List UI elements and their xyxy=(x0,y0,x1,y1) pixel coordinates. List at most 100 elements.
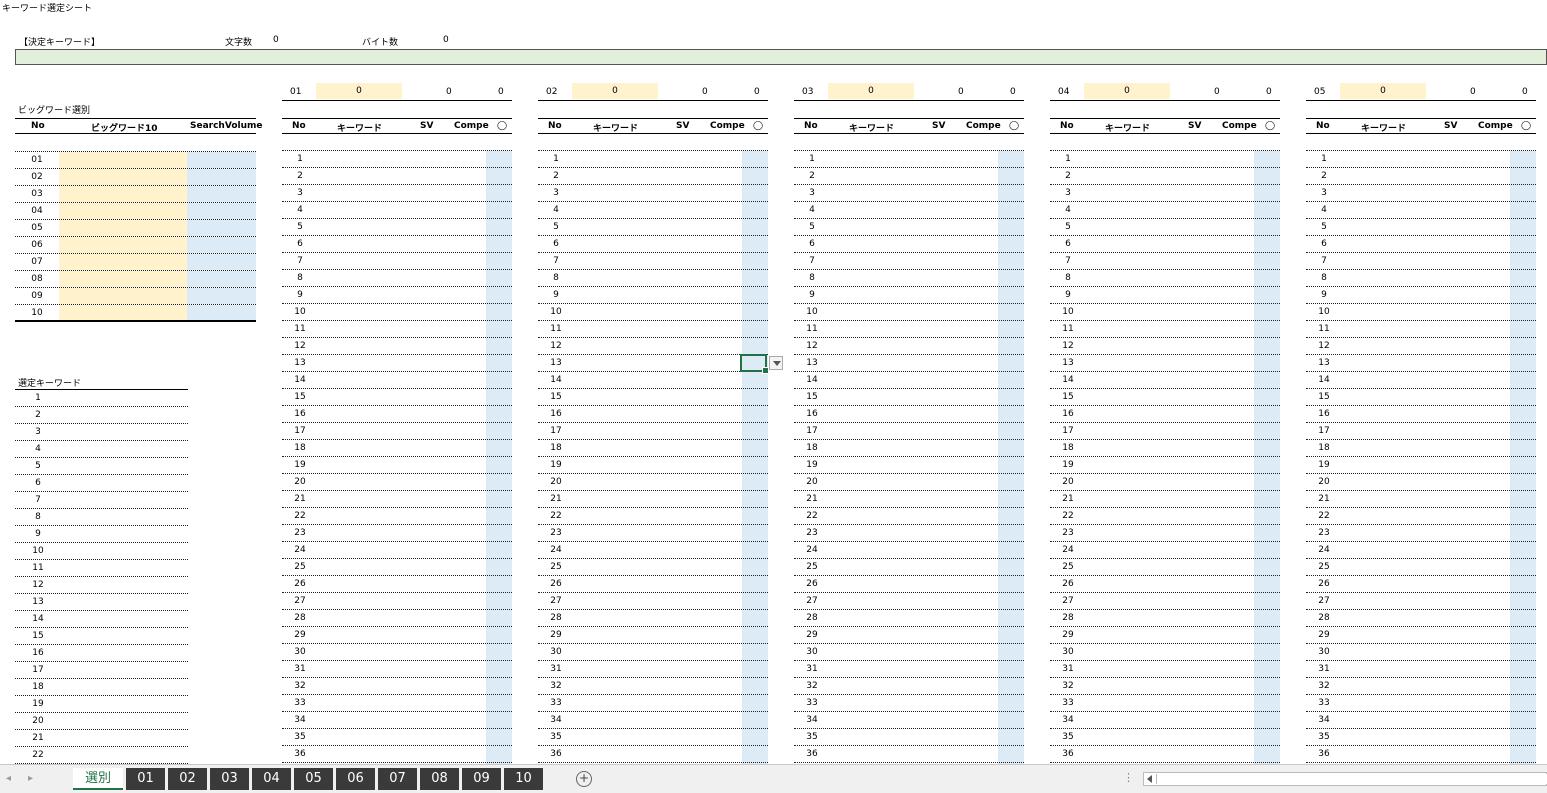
selected-keyword-row[interactable]: 22 xyxy=(15,747,188,764)
selected-keyword-row[interactable]: 7 xyxy=(15,492,188,509)
keyword-row[interactable]: 3 xyxy=(1306,185,1536,202)
selected-keyword-row[interactable]: 11 xyxy=(15,560,188,577)
keyword-row[interactable]: 13 xyxy=(1050,355,1280,372)
keyword-row[interactable]: 4 xyxy=(538,202,768,219)
keyword-row[interactable]: 35 xyxy=(1050,729,1280,746)
keyword-row[interactable]: 7 xyxy=(794,253,1024,270)
keyword-row[interactable]: 27 xyxy=(794,593,1024,610)
keyword-row[interactable]: 2 xyxy=(1050,168,1280,185)
keyword-row[interactable]: 28 xyxy=(538,610,768,627)
search-volume-cell[interactable] xyxy=(187,288,256,304)
keyword-row[interactable]: 28 xyxy=(1306,610,1536,627)
bigword-input-cell[interactable] xyxy=(59,237,187,253)
keyword-row[interactable]: 31 xyxy=(794,661,1024,678)
keyword-row[interactable]: 19 xyxy=(282,457,512,474)
decision-keyword-cell[interactable] xyxy=(15,49,1547,65)
keyword-row[interactable]: 20 xyxy=(282,474,512,491)
keyword-row[interactable]: 33 xyxy=(282,695,512,712)
keyword-row[interactable]: 5 xyxy=(1050,219,1280,236)
keyword-row[interactable]: 17 xyxy=(538,423,768,440)
keyword-row[interactable]: 36 xyxy=(1050,746,1280,763)
keyword-row[interactable]: 33 xyxy=(794,695,1024,712)
keyword-row[interactable]: 2 xyxy=(538,168,768,185)
keyword-row[interactable]: 2 xyxy=(282,168,512,185)
keyword-row[interactable]: 23 xyxy=(1050,525,1280,542)
keyword-row[interactable]: 9 xyxy=(1306,287,1536,304)
keyword-row[interactable]: 29 xyxy=(1306,627,1536,644)
keyword-row[interactable]: 26 xyxy=(1050,576,1280,593)
keyword-row[interactable]: 24 xyxy=(538,542,768,559)
keyword-row[interactable]: 24 xyxy=(1306,542,1536,559)
keyword-row[interactable]: 21 xyxy=(794,491,1024,508)
keyword-row[interactable]: 31 xyxy=(282,661,512,678)
keyword-row[interactable]: 34 xyxy=(282,712,512,729)
keyword-row[interactable]: 25 xyxy=(1050,559,1280,576)
keyword-row[interactable]: 11 xyxy=(794,321,1024,338)
keyword-row[interactable]: 6 xyxy=(794,236,1024,253)
keyword-row[interactable]: 3 xyxy=(282,185,512,202)
keyword-row[interactable]: 22 xyxy=(1050,508,1280,525)
keyword-row[interactable]: 32 xyxy=(282,678,512,695)
keyword-row[interactable]: 14 xyxy=(794,372,1024,389)
keyword-row[interactable]: 36 xyxy=(282,746,512,763)
keyword-row[interactable]: 25 xyxy=(1306,559,1536,576)
keyword-row[interactable]: 11 xyxy=(282,321,512,338)
keyword-row[interactable]: 5 xyxy=(1306,219,1536,236)
keyword-table-count[interactable]: 0 xyxy=(828,83,914,99)
selected-keyword-row[interactable]: 21 xyxy=(15,730,188,747)
keyword-row[interactable]: 21 xyxy=(1306,491,1536,508)
keyword-row[interactable]: 26 xyxy=(282,576,512,593)
sheet-tab-05[interactable]: 05 xyxy=(294,768,333,790)
sheet-tab-06[interactable]: 06 xyxy=(336,768,375,790)
selected-keyword-row[interactable]: 5 xyxy=(15,458,188,475)
bigword-input-cell[interactable] xyxy=(59,169,187,185)
keyword-row[interactable]: 32 xyxy=(794,678,1024,695)
keyword-row[interactable]: 18 xyxy=(282,440,512,457)
search-volume-cell[interactable] xyxy=(187,186,256,202)
add-sheet-icon[interactable]: + xyxy=(576,771,592,787)
bigword-input-cell[interactable] xyxy=(59,152,187,168)
active-cell-selection[interactable] xyxy=(740,354,769,374)
search-volume-cell[interactable] xyxy=(187,220,256,236)
keyword-row[interactable]: 34 xyxy=(538,712,768,729)
keyword-row[interactable]: 17 xyxy=(794,423,1024,440)
keyword-row[interactable]: 18 xyxy=(538,440,768,457)
keyword-row[interactable]: 3 xyxy=(794,185,1024,202)
keyword-row[interactable]: 35 xyxy=(1306,729,1536,746)
keyword-row[interactable]: 18 xyxy=(794,440,1024,457)
keyword-row[interactable]: 21 xyxy=(538,491,768,508)
selected-keyword-row[interactable]: 19 xyxy=(15,696,188,713)
keyword-row[interactable]: 12 xyxy=(1306,338,1536,355)
bigword-input-cell[interactable] xyxy=(59,271,187,287)
keyword-row[interactable]: 24 xyxy=(282,542,512,559)
search-volume-cell[interactable] xyxy=(187,203,256,219)
keyword-row[interactable]: 26 xyxy=(1306,576,1536,593)
selected-keyword-row[interactable]: 16 xyxy=(15,645,188,662)
keyword-table-count[interactable]: 0 xyxy=(572,83,658,99)
keyword-row[interactable]: 23 xyxy=(794,525,1024,542)
keyword-row[interactable]: 19 xyxy=(1306,457,1536,474)
sheet-tab-04[interactable]: 04 xyxy=(252,768,291,790)
keyword-row[interactable]: 9 xyxy=(1050,287,1280,304)
keyword-row[interactable]: 3 xyxy=(1050,185,1280,202)
keyword-row[interactable]: 8 xyxy=(538,270,768,287)
keyword-row[interactable]: 13 xyxy=(538,355,768,372)
keyword-row[interactable]: 20 xyxy=(1050,474,1280,491)
keyword-row[interactable]: 5 xyxy=(538,219,768,236)
keyword-row[interactable]: 22 xyxy=(1306,508,1536,525)
keyword-row[interactable]: 22 xyxy=(282,508,512,525)
keyword-row[interactable]: 15 xyxy=(1306,389,1536,406)
keyword-row[interactable]: 33 xyxy=(1050,695,1280,712)
keyword-row[interactable]: 10 xyxy=(794,304,1024,321)
keyword-row[interactable]: 7 xyxy=(1306,253,1536,270)
keyword-row[interactable]: 5 xyxy=(282,219,512,236)
keyword-row[interactable]: 13 xyxy=(1306,355,1536,372)
keyword-row[interactable]: 19 xyxy=(538,457,768,474)
keyword-row[interactable]: 1 xyxy=(1050,151,1280,168)
keyword-row[interactable]: 9 xyxy=(538,287,768,304)
keyword-row[interactable]: 2 xyxy=(794,168,1024,185)
keyword-row[interactable]: 4 xyxy=(794,202,1024,219)
keyword-row[interactable]: 20 xyxy=(1306,474,1536,491)
selected-keyword-row[interactable]: 13 xyxy=(15,594,188,611)
keyword-row[interactable]: 12 xyxy=(1050,338,1280,355)
